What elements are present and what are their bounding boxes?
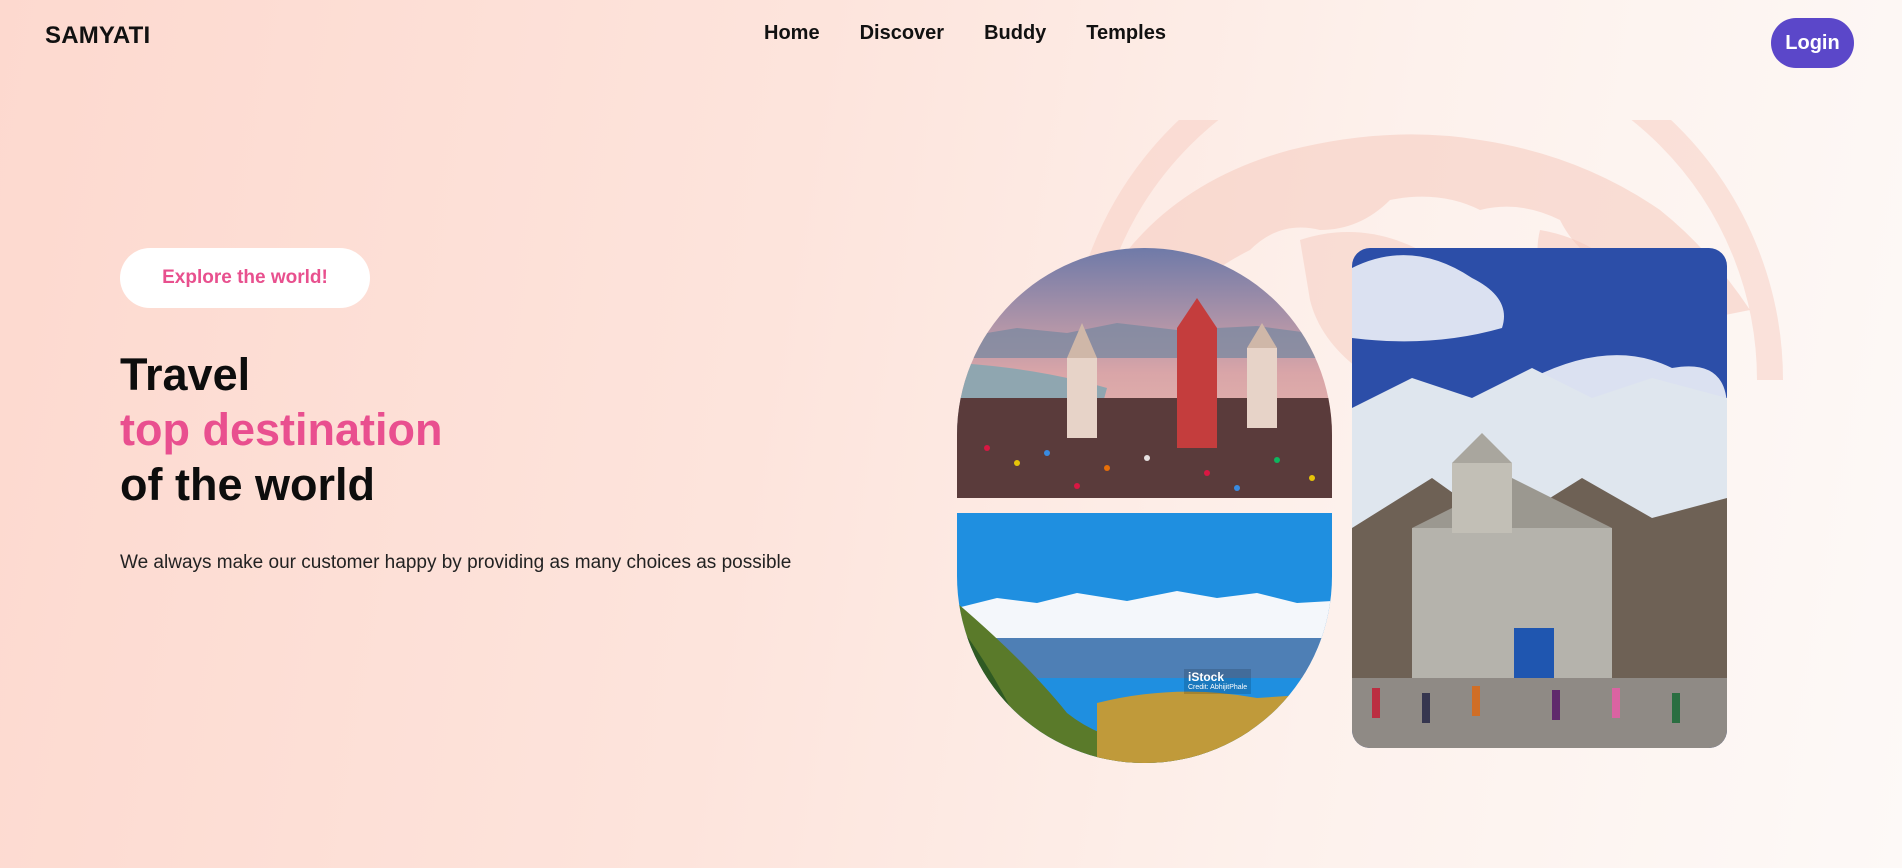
login-button[interactable]: Login bbox=[1771, 18, 1854, 68]
hero-subtitle: We always make our customer happy by pro… bbox=[120, 552, 792, 573]
page: SAMYATI Home Discover Buddy Temples Logi… bbox=[0, 0, 1902, 868]
brand-logo[interactable]: SAMYATI bbox=[45, 22, 150, 50]
nav-home[interactable]: Home bbox=[764, 22, 820, 45]
watermark-istock: iStock Credit: AbhijitPhale bbox=[1184, 669, 1252, 694]
nav-temples[interactable]: Temples bbox=[1086, 22, 1166, 45]
himalaya-hills-image: iStock Credit: AbhijitPhale bbox=[957, 513, 1332, 763]
explore-badge[interactable]: Explore the world! bbox=[120, 248, 370, 308]
hero-heading-line2: top destination bbox=[120, 404, 443, 455]
hero-heading-line3: of the world bbox=[120, 459, 375, 510]
hero-heading-line1: Travel bbox=[120, 349, 251, 400]
kedarnath-temple-image bbox=[1352, 248, 1727, 748]
nav-buddy[interactable]: Buddy bbox=[984, 22, 1046, 45]
main-nav: Home Discover Buddy Temples bbox=[764, 22, 1166, 45]
nav-discover[interactable]: Discover bbox=[860, 22, 945, 45]
